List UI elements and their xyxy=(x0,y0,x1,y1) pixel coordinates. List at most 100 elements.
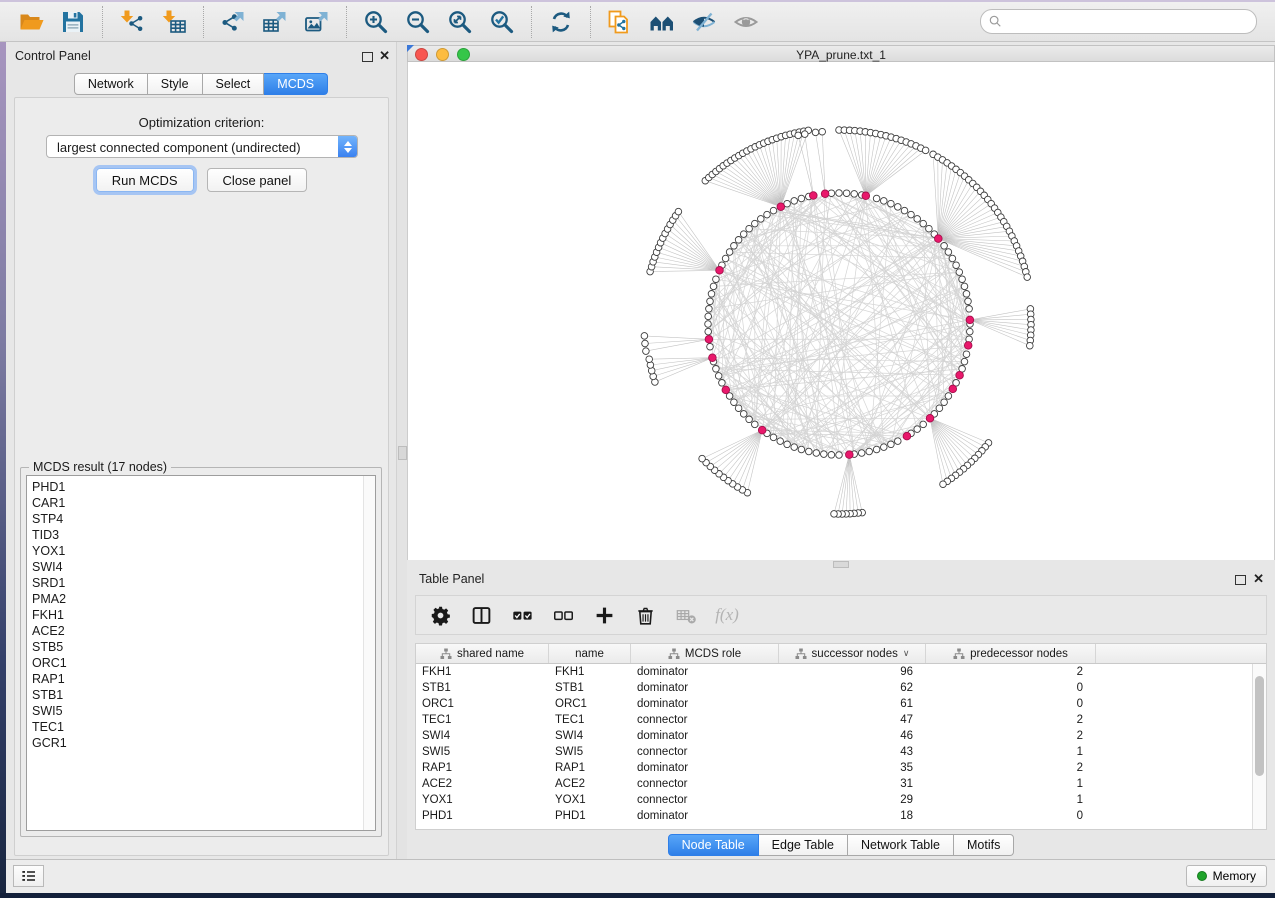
mcds-result-item[interactable]: YOX1 xyxy=(32,543,375,559)
graph-hub-node[interactable] xyxy=(810,192,818,200)
graph-hub-node[interactable] xyxy=(722,386,730,394)
mcds-result-item[interactable]: ORC1 xyxy=(32,655,375,671)
graph-node[interactable] xyxy=(914,216,921,223)
graph-node[interactable] xyxy=(740,411,747,418)
graph-node[interactable] xyxy=(641,333,648,340)
graph-hub-node[interactable] xyxy=(709,354,717,362)
column-header-shared-name[interactable]: shared name xyxy=(416,644,549,663)
graph-node[interactable] xyxy=(722,255,729,262)
graph-node[interactable] xyxy=(961,358,968,365)
graph-node[interactable] xyxy=(726,249,733,256)
graph-node[interactable] xyxy=(715,373,722,380)
graph-node[interactable] xyxy=(735,405,742,412)
mcds-result-item[interactable]: SWI4 xyxy=(32,559,375,575)
refresh-layout-button[interactable] xyxy=(542,6,580,38)
graph-node[interactable] xyxy=(843,190,850,197)
graph-hub-node[interactable] xyxy=(862,192,870,200)
graph-node[interactable] xyxy=(881,444,888,451)
table-panel-float-button[interactable] xyxy=(1235,573,1246,588)
graph-node[interactable] xyxy=(941,243,948,250)
export-image-button[interactable] xyxy=(298,6,336,38)
mcds-result-item[interactable]: FKH1 xyxy=(32,607,375,623)
tab-style[interactable]: Style xyxy=(148,73,203,95)
copy-network-button[interactable] xyxy=(601,6,639,38)
mcds-result-item[interactable]: SRD1 xyxy=(32,575,375,591)
mcds-result-item[interactable]: STB5 xyxy=(32,639,375,655)
graph-node[interactable] xyxy=(705,313,712,320)
run-mcds-button[interactable]: Run MCDS xyxy=(96,168,194,192)
table-row[interactable]: STB1STB1dominator620 xyxy=(416,680,1266,696)
graph-node[interactable] xyxy=(643,348,650,355)
graph-node[interactable] xyxy=(956,269,963,276)
graph-node[interactable] xyxy=(798,195,805,202)
table-panel-close-button[interactable]: ✕ xyxy=(1253,571,1264,586)
graph-node[interactable] xyxy=(963,291,970,298)
tab-node-table[interactable]: Node Table xyxy=(668,834,759,856)
graph-hub-node[interactable] xyxy=(935,235,943,243)
column-header-MCDS-role[interactable]: MCDS role xyxy=(631,644,779,663)
two-houses-button[interactable] xyxy=(643,6,681,38)
column-header-successor-nodes[interactable]: successor nodes∨ xyxy=(779,644,926,663)
memory-button[interactable]: Memory xyxy=(1186,865,1267,887)
network-graph[interactable] xyxy=(408,62,1274,558)
mcds-list-scrollbar[interactable] xyxy=(363,476,375,830)
network-window-titlebar[interactable]: YPA_prune.txt_1 xyxy=(407,45,1275,62)
graph-node[interactable] xyxy=(758,216,765,223)
graph-node[interactable] xyxy=(705,328,712,335)
zoom-selected-button[interactable] xyxy=(483,6,521,38)
control-panel-close-button[interactable]: ✕ xyxy=(379,48,390,63)
graph-node[interactable] xyxy=(963,351,970,358)
graph-node[interactable] xyxy=(806,448,813,455)
zoom-out-button[interactable] xyxy=(399,6,437,38)
graph-node[interactable] xyxy=(851,191,858,198)
graph-node[interactable] xyxy=(926,225,933,232)
graph-hub-node[interactable] xyxy=(956,371,964,379)
graph-node[interactable] xyxy=(895,204,902,211)
graph-node[interactable] xyxy=(770,434,777,441)
tab-select[interactable]: Select xyxy=(203,73,265,95)
graph-node[interactable] xyxy=(795,132,802,139)
graph-node[interactable] xyxy=(777,438,784,445)
mcds-result-item[interactable]: STB1 xyxy=(32,687,375,703)
graph-node[interactable] xyxy=(705,321,712,328)
graph-node[interactable] xyxy=(821,451,828,458)
mcds-result-item[interactable]: PHD1 xyxy=(32,479,375,495)
graph-node[interactable] xyxy=(706,306,713,313)
graph-node[interactable] xyxy=(746,416,753,423)
graph-node[interactable] xyxy=(731,243,738,250)
mcds-result-item[interactable]: TID3 xyxy=(32,527,375,543)
automation-panel-button[interactable] xyxy=(13,865,44,887)
table-scrollbar[interactable] xyxy=(1252,664,1266,829)
zoom-in-button[interactable] xyxy=(357,6,395,38)
graph-node[interactable] xyxy=(708,291,715,298)
graph-node[interactable] xyxy=(642,340,649,347)
graph-node[interactable] xyxy=(953,262,960,269)
graph-node[interactable] xyxy=(836,452,843,459)
table-row[interactable]: PHD1PHD1dominator180 xyxy=(416,808,1266,824)
graph-node[interactable] xyxy=(710,283,717,290)
close-panel-button[interactable]: Close panel xyxy=(207,168,308,192)
search-input[interactable] xyxy=(1003,12,1256,32)
graph-node[interactable] xyxy=(675,208,682,215)
horizontal-splitter-handle[interactable] xyxy=(833,561,849,568)
graph-node[interactable] xyxy=(908,211,915,218)
mcds-result-item[interactable]: STP4 xyxy=(32,511,375,527)
graph-node[interactable] xyxy=(888,441,895,448)
graph-node[interactable] xyxy=(920,220,927,227)
table-row[interactable]: ACE2ACE2connector311 xyxy=(416,776,1266,792)
hide-selected-button[interactable] xyxy=(685,6,723,38)
save-session-button[interactable] xyxy=(54,6,92,38)
graph-node[interactable] xyxy=(707,343,714,350)
graph-hub-node[interactable] xyxy=(949,385,957,393)
graph-node[interactable] xyxy=(945,249,952,256)
graph-node[interactable] xyxy=(836,190,843,197)
table-scrollbar-thumb[interactable] xyxy=(1255,676,1264,776)
horizontal-splitter[interactable] xyxy=(407,560,1275,568)
graph-node[interactable] xyxy=(966,306,973,313)
graph-node[interactable] xyxy=(746,225,753,232)
graph-hub-node[interactable] xyxy=(821,190,829,198)
table-row[interactable]: RAP1RAP1dominator352 xyxy=(416,760,1266,776)
graph-node[interactable] xyxy=(828,452,835,459)
graph-node[interactable] xyxy=(713,276,720,283)
delete-row-button[interactable] xyxy=(632,602,658,628)
